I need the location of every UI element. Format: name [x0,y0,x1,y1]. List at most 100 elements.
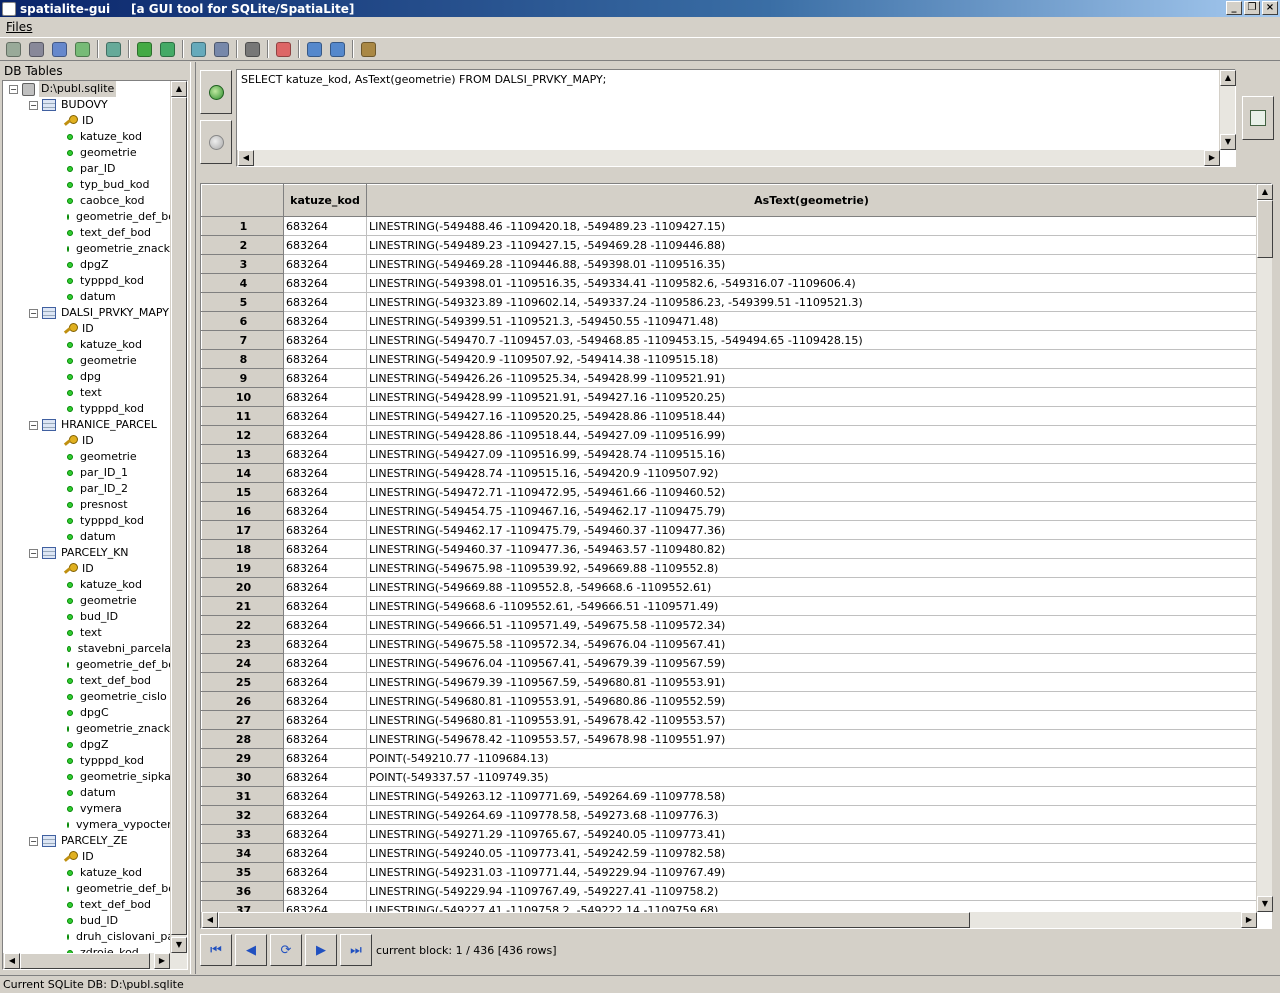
tree-column[interactable]: katuze_kod [3,577,171,593]
tree-column[interactable]: zdroje_kod [3,945,171,953]
cell-katuze-kod[interactable]: 683264 [283,710,367,730]
cell-katuze-kod[interactable]: 683264 [283,843,367,863]
cell-geometry[interactable]: LINESTRING(-549428.99 -1109521.91, -5494… [366,387,1257,407]
cell-katuze-kod[interactable]: 683264 [283,311,367,331]
cell-geometry[interactable]: LINESTRING(-549666.51 -1109571.49, -5496… [366,615,1257,635]
table-row[interactable]: 14 683264 LINESTRING(-549428.74 -1109515.1… [201,463,1257,483]
table-row[interactable]: 25 683264 LINESTRING(-549679.39 -1109567.5… [201,672,1257,692]
cell-geometry[interactable]: LINESTRING(-549680.81 -1109553.91, -5496… [366,710,1257,730]
cell-katuze-kod[interactable]: 683264 [283,672,367,692]
charset-button[interactable] [272,39,294,59]
tree-column[interactable]: ID [3,321,171,337]
network-button[interactable] [241,39,263,59]
table-row[interactable]: 15 683264 LINESTRING(-549472.71 -1109472.9… [201,482,1257,502]
tree-column[interactable]: ID [3,849,171,865]
cell-geometry[interactable]: LINESTRING(-549454.75 -1109467.16, -5494… [366,501,1257,521]
tree-column[interactable]: typ_bud_kod [3,177,171,193]
tree-column[interactable]: geometrie_def_bo [3,881,171,897]
next-block-button[interactable]: ▶ [305,934,337,966]
table-row[interactable]: 9 683264 LINESTRING(-549426.26 -1109525.34… [201,368,1257,388]
connect-button[interactable] [2,39,24,59]
cell-geometry[interactable]: LINESTRING(-549669.88 -1109552.8, -54966… [366,577,1257,597]
cell-katuze-kod[interactable]: 683264 [283,292,367,312]
tree-table-budovy[interactable]: − BUDOVY [3,97,171,113]
cell-geometry[interactable]: LINESTRING(-549229.94 -1109767.49, -5492… [366,881,1257,901]
panel-splitter[interactable] [190,62,196,974]
cell-katuze-kod[interactable]: 683264 [283,558,367,578]
table-row[interactable]: 11 683264 LINESTRING(-549427.16 -1109520.2… [201,406,1257,426]
scroll-left-icon[interactable]: ◀ [202,912,218,928]
column-header[interactable]: AsText(geometrie) [366,184,1257,217]
scroll-left-icon[interactable]: ◀ [4,953,20,969]
collapse-icon[interactable]: − [29,308,38,318]
grid-hscrollbar[interactable]: ◀ ▶ [201,912,1257,928]
tree-table-parcely-ze[interactable]: − PARCELY_ZE [3,833,171,849]
sql-hscrollbar[interactable]: ◀ ▶ [237,150,1220,166]
tree-column[interactable]: geometrie [3,593,171,609]
tree-hscroll-thumb[interactable] [20,953,150,969]
table-row[interactable]: 36 683264 LINESTRING(-549229.94 -1109767.4… [201,881,1257,901]
scroll-up-icon[interactable]: ▲ [1220,70,1236,86]
cell-katuze-kod[interactable]: 683264 [283,862,367,882]
tree-column[interactable]: typppd_kod [3,513,171,529]
tree-table-parcely-kn[interactable]: − PARCELY_KN [3,545,171,561]
cell-geometry[interactable]: LINESTRING(-549472.71 -1109472.95, -5494… [366,482,1257,502]
cell-katuze-kod[interactable]: 683264 [283,520,367,540]
scroll-right-icon[interactable]: ▶ [154,953,170,969]
sql-input[interactable]: SELECT katuze_kod, AsText(geometrie) FRO… [236,69,1236,167]
cell-katuze-kod[interactable]: 683264 [283,634,367,654]
tree-column[interactable]: geometrie_cislo [3,689,171,705]
cell-geometry[interactable]: LINESTRING(-549264.69 -1109778.58, -5492… [366,805,1257,825]
table-row[interactable]: 5 683264 LINESTRING(-549323.89 -1109602.14… [201,292,1257,312]
table-row[interactable]: 35 683264 LINESTRING(-549231.03 -1109771.4… [201,862,1257,882]
cell-katuze-kod[interactable]: 683264 [283,786,367,806]
collapse-icon[interactable]: − [29,100,38,110]
tree-column[interactable]: dpg [3,369,171,385]
table-row[interactable]: 1 683264 LINESTRING(-549488.46 -1109420.18… [201,216,1257,236]
cell-geometry[interactable]: LINESTRING(-549460.37 -1109477.36, -5494… [366,539,1257,559]
tree-table-hranice-parcel[interactable]: − HRANICE_PARCEL [3,417,171,433]
cell-katuze-kod[interactable]: 683264 [283,463,367,483]
cell-katuze-kod[interactable]: 683264 [283,539,367,559]
tree-column[interactable]: typppd_kod [3,401,171,417]
cell-geometry[interactable]: LINESTRING(-549462.17 -1109475.79, -5494… [366,520,1257,540]
tree-column[interactable]: datum [3,289,171,305]
tree-column[interactable]: text_def_bod [3,897,171,913]
minimize-button[interactable]: _ [1226,1,1242,15]
tree-column[interactable]: katuze_kod [3,337,171,353]
about-button[interactable] [326,39,348,59]
table-row[interactable]: 3 683264 LINESTRING(-549469.28 -1109446.88… [201,254,1257,274]
cell-katuze-kod[interactable]: 683264 [283,615,367,635]
export-button[interactable] [1242,96,1274,140]
tree-column[interactable]: geometrie_znacka [3,241,171,257]
close-button[interactable]: × [1262,1,1278,15]
table-row[interactable]: 23 683264 LINESTRING(-549675.58 -1109572.3… [201,634,1257,654]
cell-katuze-kod[interactable]: 683264 [283,273,367,293]
cell-katuze-kod[interactable]: 683264 [283,824,367,844]
cell-geometry[interactable]: LINESTRING(-549675.58 -1109572.34, -5496… [366,634,1257,654]
tree-column[interactable]: text_def_bod [3,225,171,241]
tree-column[interactable]: typppd_kod [3,753,171,769]
tree-column[interactable]: vymera [3,801,171,817]
cell-geometry[interactable]: LINESTRING(-549427.16 -1109520.25, -5494… [366,406,1257,426]
load-shapefile-button[interactable] [133,39,155,59]
table-row[interactable]: 20 683264 LINESTRING(-549669.88 -1109552.8… [201,577,1257,597]
tree-hscrollbar[interactable]: ◀ ▶ [3,953,187,969]
cell-geometry[interactable]: LINESTRING(-549420.9 -1109507.92, -54941… [366,349,1257,369]
scroll-down-icon[interactable]: ▼ [1257,896,1273,912]
cell-katuze-kod[interactable]: 683264 [283,501,367,521]
cell-katuze-kod[interactable]: 683264 [283,216,367,236]
cell-katuze-kod[interactable]: 683264 [283,805,367,825]
scroll-down-icon[interactable]: ▼ [1220,134,1236,150]
tree-column[interactable]: ID [3,561,171,577]
cell-katuze-kod[interactable]: 683264 [283,330,367,350]
cell-geometry[interactable]: LINESTRING(-549675.98 -1109539.92, -5496… [366,558,1257,578]
table-row[interactable]: 4 683264 LINESTRING(-549398.01 -1109516.35… [201,273,1257,293]
scroll-up-icon[interactable]: ▲ [1257,184,1273,200]
cell-katuze-kod[interactable]: 683264 [283,482,367,502]
last-block-button[interactable]: ⏭ [340,934,372,966]
collapse-icon[interactable]: − [29,420,38,430]
cell-katuze-kod[interactable]: 683264 [283,368,367,388]
cell-katuze-kod[interactable]: 683264 [283,691,367,711]
tree-column[interactable]: datum [3,785,171,801]
